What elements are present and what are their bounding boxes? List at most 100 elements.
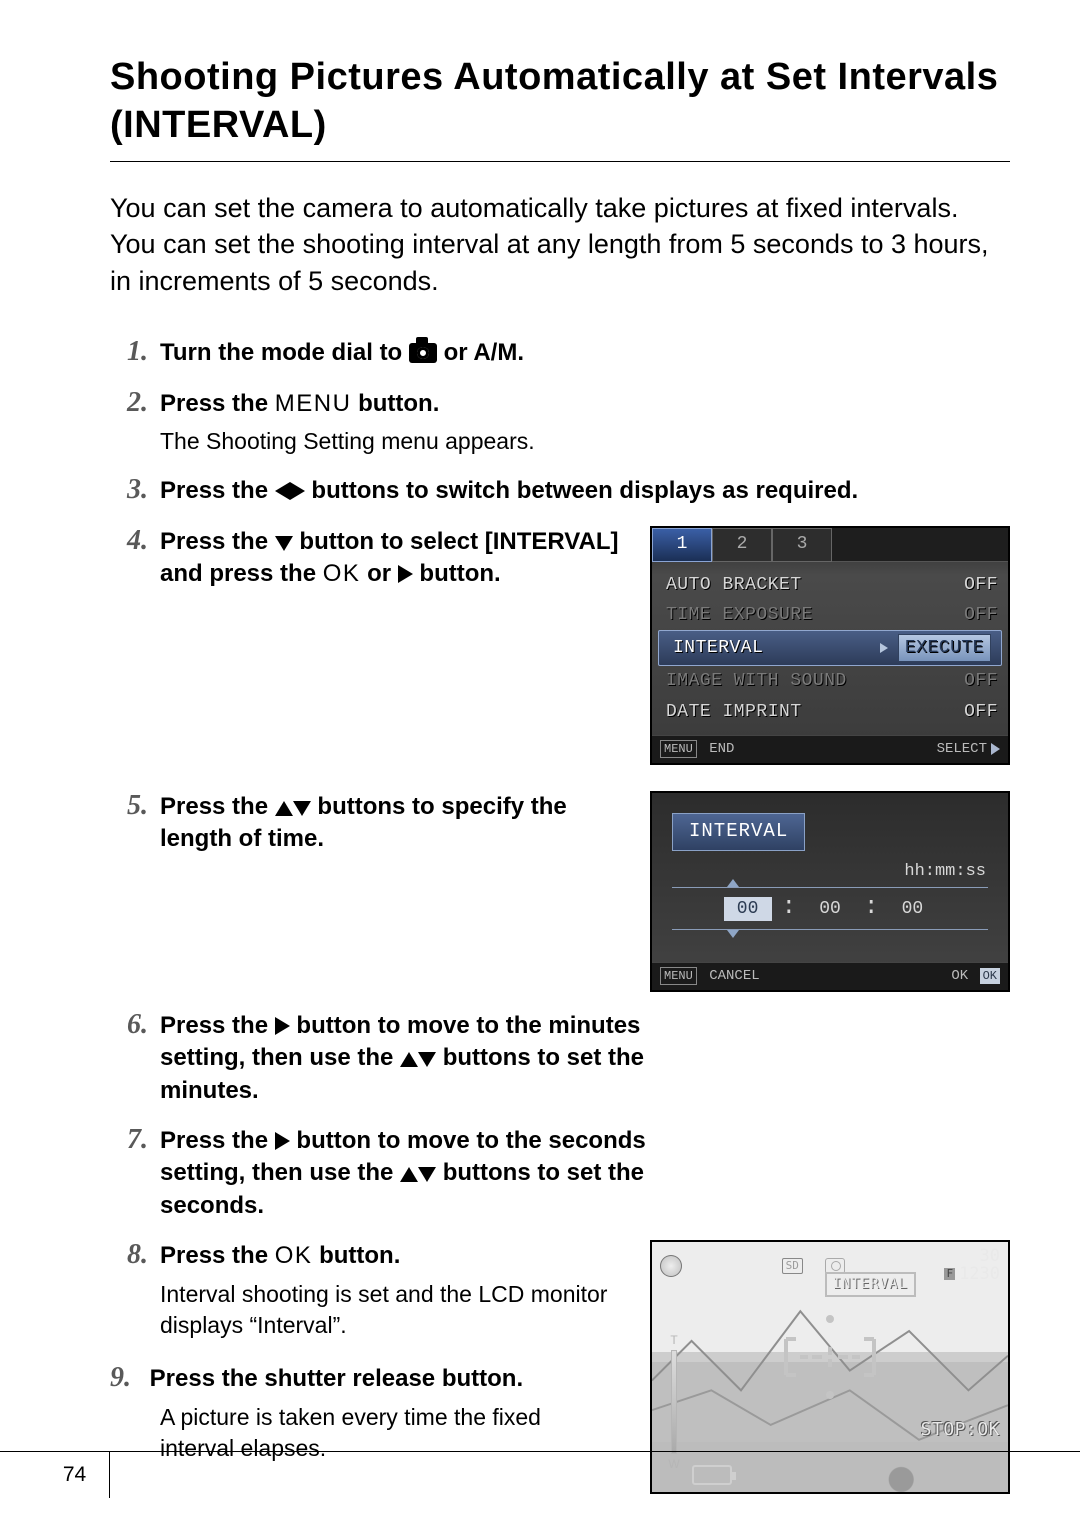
step-8-text-a: Press the — [160, 1242, 275, 1269]
menu-row-value: OFF — [964, 669, 998, 693]
step-2-text-b: button. — [358, 390, 439, 417]
lcd-shooting-menu: 1 2 3 AUTO BRACKET OFF TIME EXPOSURE — [650, 526, 1010, 765]
intro-paragraph-1: You can set the camera to automatically … — [110, 190, 1010, 226]
step-number: 8. — [110, 1236, 148, 1274]
left-arrow-icon — [275, 482, 290, 500]
menu-row-image-with-sound[interactable]: IMAGE WITH SOUND OFF — [652, 666, 1008, 696]
step-number: 5. — [110, 787, 148, 825]
down-arrow-icon — [293, 801, 311, 816]
step-5: 5. Press the buttons to specify the leng… — [110, 791, 1010, 992]
menu-row-time-exposure[interactable]: TIME EXPOSURE OFF — [652, 600, 1008, 630]
ok-label: OK — [275, 1242, 313, 1269]
ok-label: OK — [323, 560, 361, 587]
step-3-text-a: Press the — [160, 477, 275, 504]
menu-row-value: EXECUTE — [898, 634, 991, 662]
menu-tab-2[interactable]: 2 — [712, 528, 772, 562]
up-arrow-icon — [400, 1167, 418, 1182]
step-2-sub: The Shooting Setting menu appears. — [160, 426, 1010, 457]
step-1-text-a: Turn the mode dial to — [160, 339, 409, 366]
antishake-icon — [660, 1255, 682, 1277]
stop-ok-label: STOP:OK — [921, 1418, 1000, 1442]
step-3-text-b: buttons to switch between displays as re… — [311, 477, 858, 504]
menu-badge: MENU — [660, 967, 697, 985]
step-7-text-a: Press the — [160, 1127, 275, 1154]
menu-tab-3[interactable]: 3 — [772, 528, 832, 562]
right-arrow-icon — [275, 1132, 290, 1150]
step-number: 2. — [110, 384, 148, 422]
step-1: 1. Turn the mode dial to or A/M. — [110, 337, 1010, 369]
menu-row-label: INTERVAL — [673, 636, 876, 660]
menu-row-value: OFF — [964, 603, 998, 627]
frame-counter: 1230 — [959, 1264, 1000, 1284]
camera-icon — [409, 343, 437, 363]
menu-row-value: OFF — [964, 573, 998, 597]
zoom-track — [671, 1350, 677, 1454]
up-arrow-icon — [400, 1052, 418, 1067]
right-arrow-icon — [398, 565, 413, 583]
step-4-text-a: Press the — [160, 528, 275, 555]
step-1-text-b: or A/M. — [444, 339, 524, 366]
menu-row-auto-bracket[interactable]: AUTO BRACKET OFF — [652, 570, 1008, 600]
step-8-sub: Interval shooting is set and the LCD mon… — [160, 1279, 620, 1341]
interval-title: INTERVAL — [672, 813, 805, 851]
page-number: 74 — [40, 1452, 110, 1498]
up-arrow-icon — [727, 879, 739, 887]
down-arrow-icon — [727, 930, 739, 938]
interval-minutes[interactable]: 00 — [806, 897, 854, 921]
step-number: 6. — [110, 1006, 148, 1044]
right-arrow-icon — [275, 1017, 290, 1035]
interval-time-bar[interactable]: 00 : 00 : 00 — [672, 887, 988, 929]
right-arrow-icon — [991, 743, 1000, 755]
menu-row-interval[interactable]: INTERVAL EXECUTE — [658, 630, 1002, 666]
sd-card-icon: SD — [782, 1258, 803, 1275]
down-arrow-icon — [418, 1167, 436, 1182]
step-6: 6. Press the button to move to the minut… — [110, 1010, 1010, 1107]
step-5-text-a: Press the — [160, 793, 275, 820]
intro-block: You can set the camera to automatically … — [110, 190, 1010, 299]
down-arrow-icon — [275, 536, 293, 551]
step-3: 3. Press the buttons to switch between d… — [110, 475, 1010, 507]
down-arrow-icon — [418, 1052, 436, 1067]
frame-prefix-badge: F — [944, 1268, 955, 1280]
interval-indicator: INTERVAL — [825, 1272, 916, 1297]
intro-paragraph-2: You can set the shooting interval at any… — [110, 226, 1010, 299]
page-title: Shooting Pictures Automatically at Set I… — [110, 54, 1010, 149]
menu-end-label: END — [709, 741, 734, 757]
step-number: 3. — [110, 471, 148, 509]
step-4-text-c: or — [367, 560, 398, 587]
interval-hours[interactable]: 00 — [724, 897, 772, 921]
ok-badge: OK — [980, 968, 1000, 984]
step-2-text-a: Press the — [160, 390, 275, 417]
menu-row-label: IMAGE WITH SOUND — [666, 669, 964, 693]
title-rule — [110, 161, 1010, 162]
ok-label: OK — [951, 968, 968, 984]
up-arrow-icon — [275, 801, 293, 816]
lcd-interval-setter: INTERVAL hh:mm:ss 00 : 00 : 00 — [650, 791, 1010, 992]
page-footer: 74 — [0, 1451, 1080, 1498]
menu-row-date-imprint[interactable]: DATE IMPRINT OFF — [652, 697, 1008, 727]
step-4-text-d: button. — [419, 560, 500, 587]
menu-row-label: DATE IMPRINT — [666, 700, 964, 724]
step-7: 7. Press the button to move to the secon… — [110, 1125, 1010, 1222]
step-8-text-b: button. — [319, 1242, 400, 1269]
step-4: 4. Press the button to select [INTERVAL]… — [110, 526, 1010, 765]
menu-label: MENU — [275, 390, 352, 417]
step-2: 2. Press the MENU button. The Shooting S… — [110, 388, 1010, 457]
step-6-text-a: Press the — [160, 1012, 275, 1039]
menu-tab-1[interactable]: 1 — [652, 528, 712, 562]
step-number: 7. — [110, 1121, 148, 1159]
cancel-label: CANCEL — [709, 968, 759, 984]
interval-format-hint: hh:mm:ss — [652, 861, 1008, 884]
zoom-tele-label: T — [670, 1332, 677, 1348]
menu-row-value: OFF — [964, 700, 998, 724]
menu-badge: MENU — [660, 740, 697, 758]
menu-select-label: SELECT — [937, 740, 987, 759]
menu-row-label: TIME EXPOSURE — [666, 603, 964, 627]
menu-row-label: AUTO BRACKET — [666, 573, 964, 597]
step-number: 4. — [110, 522, 148, 560]
right-arrow-icon — [290, 482, 305, 500]
step-9-text-a: Press the shutter release button. — [150, 1365, 523, 1392]
step-number: 9. — [110, 1359, 131, 1397]
interval-seconds[interactable]: 00 — [888, 897, 936, 921]
step-number: 1. — [110, 333, 148, 371]
